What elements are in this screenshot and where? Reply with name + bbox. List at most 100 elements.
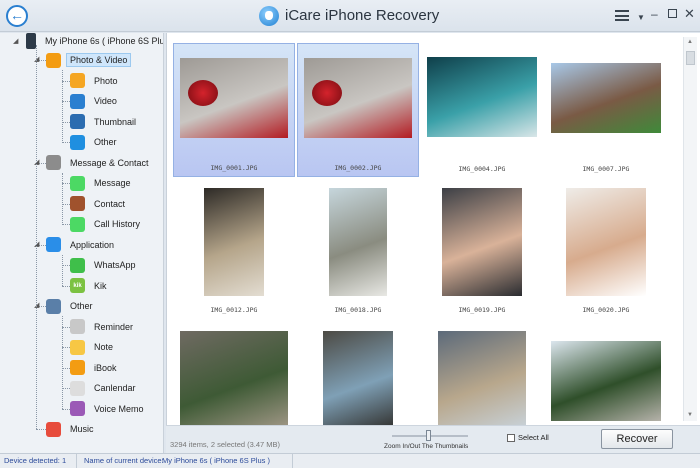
thumbnail-filename: IMG_0020.JPG xyxy=(582,306,630,314)
photos-icon xyxy=(46,52,61,68)
photo-thumbnail[interactable] xyxy=(551,341,661,421)
dropdown-arrow-icon[interactable]: ▼ xyxy=(637,10,645,26)
tree-item-1-1[interactable]: Contact xyxy=(70,194,129,214)
tree-item-3-0[interactable]: Reminder xyxy=(70,317,137,337)
tree-item-0-1[interactable]: Video xyxy=(70,91,121,111)
tree-item-0-0[interactable]: Photo xyxy=(70,71,122,91)
tree-connector xyxy=(62,183,70,184)
tree-label: Photo & Video xyxy=(66,53,132,67)
checkbox-icon[interactable] xyxy=(507,433,515,442)
video-camera-icon xyxy=(70,93,85,109)
tree-item-0-3[interactable]: Other xyxy=(70,132,121,152)
back-arrow-icon[interactable]: ← xyxy=(6,5,28,27)
thumbnail-cell[interactable] xyxy=(421,325,543,431)
thumbnail-cell[interactable] xyxy=(297,325,419,431)
reminder-icon xyxy=(70,319,85,334)
current-device-label: Name of current device: xyxy=(84,456,164,465)
tree-item-2-0[interactable]: WhatsApp xyxy=(70,255,140,275)
tree-label: Reminder xyxy=(94,321,134,332)
thumbnail-filename: IMG_0001.JPG xyxy=(210,164,258,172)
photo-thumbnail[interactable] xyxy=(304,58,412,138)
tree-connector xyxy=(62,142,70,143)
device-node[interactable]: My iPhone 6s ( iPhone 6S Plus ) xyxy=(26,33,163,51)
tree-connector xyxy=(62,347,70,348)
tree-group-1[interactable]: Message & Contact xyxy=(46,153,153,173)
tree-connector xyxy=(62,316,63,409)
status-bar: Device detected: 1 Name of current devic… xyxy=(0,453,700,468)
tree-group-0[interactable]: Photo & Video xyxy=(46,50,132,70)
photo-thumbnail[interactable] xyxy=(442,188,522,296)
whatsapp-icon xyxy=(70,257,85,273)
photo-thumbnail[interactable] xyxy=(566,188,646,296)
hamburger-menu-icon[interactable] xyxy=(615,10,629,21)
thumbnail-cell[interactable] xyxy=(545,325,667,427)
tree-connector xyxy=(36,429,46,430)
photo-thumbnail[interactable] xyxy=(323,331,393,431)
select-all-checkbox[interactable]: Select All xyxy=(507,433,549,442)
photo-icon xyxy=(70,73,85,88)
tree-group-4[interactable]: Music xyxy=(46,419,98,439)
action-bar: 3294 items, 2 selected (3.47 MB) Zoom In… xyxy=(166,425,700,453)
photo-thumbnail[interactable] xyxy=(438,331,526,431)
thumbnail-icon xyxy=(70,114,85,129)
minimize-button[interactable]: – xyxy=(651,6,658,22)
ibook-icon xyxy=(70,360,85,375)
photo-thumbnail[interactable] xyxy=(551,63,661,133)
photo-thumbnail[interactable] xyxy=(204,188,264,296)
list-icon xyxy=(46,298,61,314)
music-icon xyxy=(46,421,61,437)
thumbnail-cell[interactable] xyxy=(173,325,295,431)
app-title: iCare iPhone Recovery xyxy=(285,7,440,24)
collapse-arrow-icon[interactable]: ◢ xyxy=(13,37,18,45)
photo-thumbnail[interactable] xyxy=(180,331,288,431)
tree-item-1-2[interactable]: Call History xyxy=(70,214,144,234)
thumbnail-filename: IMG_0012.JPG xyxy=(210,306,258,314)
vertical-scrollbar[interactable]: ▲ ▼ xyxy=(683,37,697,421)
thumbnail-cell[interactable]: IMG_0002.JPG xyxy=(297,43,419,177)
tree-item-3-4[interactable]: Voice Memo xyxy=(70,399,148,419)
thumbnail-cell[interactable]: IMG_0019.JPG xyxy=(421,184,543,318)
scroll-thumb[interactable] xyxy=(686,51,695,65)
thumbnail-cell[interactable]: IMG_0020.JPG xyxy=(545,184,667,318)
thumbnail-cell[interactable]: IMG_0018.JPG xyxy=(297,184,419,318)
tree-item-3-2[interactable]: iBook xyxy=(70,358,121,378)
zoom-slider-handle[interactable] xyxy=(426,430,431,441)
tree-connector xyxy=(62,254,63,286)
tree-connector xyxy=(62,121,70,123)
scroll-up-icon[interactable]: ▲ xyxy=(687,39,693,45)
tree-label: Message xyxy=(94,178,131,188)
tree-label: Music xyxy=(70,424,94,434)
tree-connector xyxy=(62,101,70,102)
thumbnail-cell[interactable]: IMG_0012.JPG xyxy=(173,184,295,318)
maximize-button[interactable] xyxy=(668,9,677,18)
close-button[interactable]: ✕ xyxy=(684,6,695,22)
thumbnail-cell[interactable]: IMG_0007.JPG xyxy=(545,43,667,177)
tree-label: Voice Memo xyxy=(94,403,144,414)
zoom-label: Zoom In/Out The Thumbnails xyxy=(384,443,469,450)
tree-item-3-1[interactable]: Note xyxy=(70,337,117,357)
thumbnail-filename: IMG_0004.JPG xyxy=(458,165,506,173)
tree-item-3-3[interactable]: Canlendar xyxy=(70,378,140,398)
contacts-icon xyxy=(46,155,61,170)
current-device-value: My iPhone 6s ( iPhone 6S Plus ) xyxy=(162,456,270,465)
photo-thumbnail[interactable] xyxy=(180,58,288,138)
status-divider xyxy=(76,454,77,468)
thumbnail-cell[interactable]: IMG_0004.JPG xyxy=(421,43,543,177)
tree-item-0-2[interactable]: Thumbnail xyxy=(70,112,140,132)
device-detected-count: 1 xyxy=(62,456,67,465)
app-logo-icon xyxy=(259,6,279,26)
tree-connector xyxy=(62,70,63,143)
recover-button[interactable]: Recover xyxy=(601,429,673,449)
tree-item-2-1[interactable]: kik Kik xyxy=(70,276,111,296)
photo-thumbnail[interactable] xyxy=(427,57,537,137)
tree-group-2[interactable]: Application xyxy=(46,235,118,255)
message-icon xyxy=(70,175,85,191)
scroll-down-icon[interactable]: ▼ xyxy=(687,412,693,418)
tree-label: WhatsApp xyxy=(94,260,136,270)
tree-connector xyxy=(62,80,70,82)
tree-item-1-0[interactable]: Message xyxy=(70,173,135,193)
thumbnail-cell[interactable]: IMG_0001.JPG xyxy=(173,43,295,177)
contact-icon xyxy=(70,196,85,211)
photo-thumbnail[interactable] xyxy=(329,188,387,296)
tree-group-3[interactable]: Other xyxy=(46,296,97,316)
